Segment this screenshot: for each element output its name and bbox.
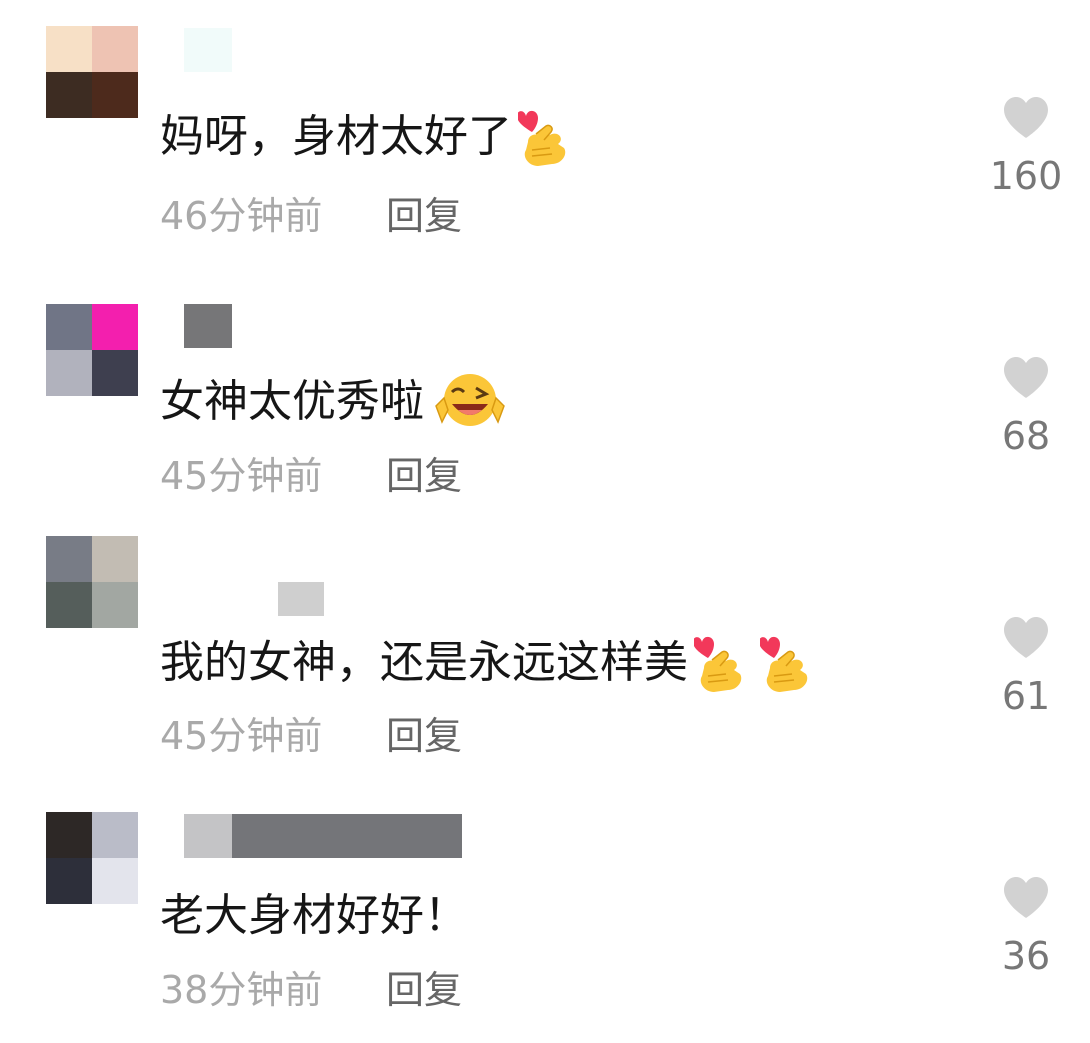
- avatar-pixel: [46, 858, 92, 904]
- username-redacted[interactable]: [278, 582, 324, 626]
- avatar-pixel: [46, 582, 92, 628]
- heart-icon: [1004, 617, 1048, 658]
- comment-text: 老大身材好好！: [160, 888, 468, 944]
- username-redacted[interactable]: [184, 814, 462, 858]
- comment-text: 妈呀，身材太好了: [160, 104, 570, 170]
- comment-meta: 46分钟前 回复: [160, 194, 462, 238]
- finger-heart-icon: [694, 637, 742, 692]
- comment-item: 我的女神，还是永远这样美 45分钟前 回复 61: [0, 520, 1090, 780]
- redaction-block: [232, 814, 462, 858]
- comment-item: 老大身材好好！ 38分钟前 回复 36: [0, 780, 1090, 1040]
- finger-heart-icon: [760, 637, 808, 692]
- username-redacted[interactable]: [184, 28, 232, 72]
- comment-meta: 45分钟前 回复: [160, 454, 462, 498]
- avatar-pixel: [46, 72, 92, 118]
- avatar-pixel: [46, 812, 92, 858]
- avatar[interactable]: [46, 812, 138, 904]
- avatar-pixel: [92, 350, 138, 396]
- reply-button[interactable]: 回复: [386, 714, 462, 758]
- comment-body: 妈呀，身材太好了: [160, 111, 512, 162]
- username-redacted[interactable]: [184, 304, 232, 348]
- timestamp: 46分钟前: [160, 194, 323, 238]
- timestamp: 45分钟前: [160, 714, 323, 758]
- avatar-pixel: [46, 350, 92, 396]
- like-count: 36: [1001, 934, 1051, 978]
- like-button[interactable]: 68: [980, 356, 1072, 458]
- avatar-pixel: [92, 858, 138, 904]
- like-button[interactable]: 36: [980, 876, 1072, 978]
- avatar-pixel: [92, 812, 138, 858]
- avatar-pixel: [46, 536, 92, 582]
- comment-meta: 45分钟前 回复: [160, 714, 462, 758]
- like-button[interactable]: 61: [980, 616, 1072, 718]
- timestamp: 45分钟前: [160, 454, 323, 498]
- comment-meta: 38分钟前 回复: [160, 968, 462, 1012]
- heart-icon: [1004, 877, 1048, 918]
- avatar-pixel: [92, 72, 138, 118]
- comment-item: 妈呀，身材太好了 46分钟前 回复 160: [0, 0, 1090, 260]
- avatar[interactable]: [46, 26, 138, 118]
- redaction-block: [184, 28, 232, 72]
- avatar-pixel: [92, 582, 138, 628]
- redaction-block: [184, 304, 232, 348]
- comment-body: 老大身材好好！: [160, 890, 468, 941]
- reply-button[interactable]: 回复: [386, 968, 462, 1012]
- winking-laughing-face-icon: [435, 374, 505, 426]
- avatar-pixel: [92, 536, 138, 582]
- comment-list: 妈呀，身材太好了 46分钟前 回复 160 女神太优秀啦 45分钟前 回复 68…: [0, 0, 1090, 1043]
- timestamp: 38分钟前: [160, 968, 323, 1012]
- avatar-pixel: [92, 304, 138, 350]
- comment-item: 女神太优秀啦 45分钟前 回复 68: [0, 260, 1090, 520]
- comment-text: 我的女神，还是永远这样美: [160, 630, 812, 696]
- avatar-pixel: [46, 26, 92, 72]
- comment-body: 我的女神，还是永远这样美: [160, 637, 688, 688]
- comment-text: 女神太优秀啦: [160, 370, 510, 434]
- heart-icon: [1004, 97, 1048, 138]
- redaction-block: [184, 814, 232, 858]
- avatar-pixel: [46, 304, 92, 350]
- like-count: 68: [1001, 414, 1051, 458]
- avatar[interactable]: [46, 536, 138, 628]
- avatar[interactable]: [46, 304, 138, 396]
- finger-heart-icon: [518, 111, 566, 166]
- avatar-pixel: [92, 26, 138, 72]
- heart-icon: [1004, 357, 1048, 398]
- like-count: 61: [1001, 674, 1051, 718]
- comment-body: 女神太优秀啦: [160, 376, 424, 427]
- like-count: 160: [989, 154, 1063, 198]
- redaction-block: [278, 582, 324, 616]
- like-button[interactable]: 160: [980, 96, 1072, 198]
- reply-button[interactable]: 回复: [386, 194, 462, 238]
- reply-button[interactable]: 回复: [386, 454, 462, 498]
